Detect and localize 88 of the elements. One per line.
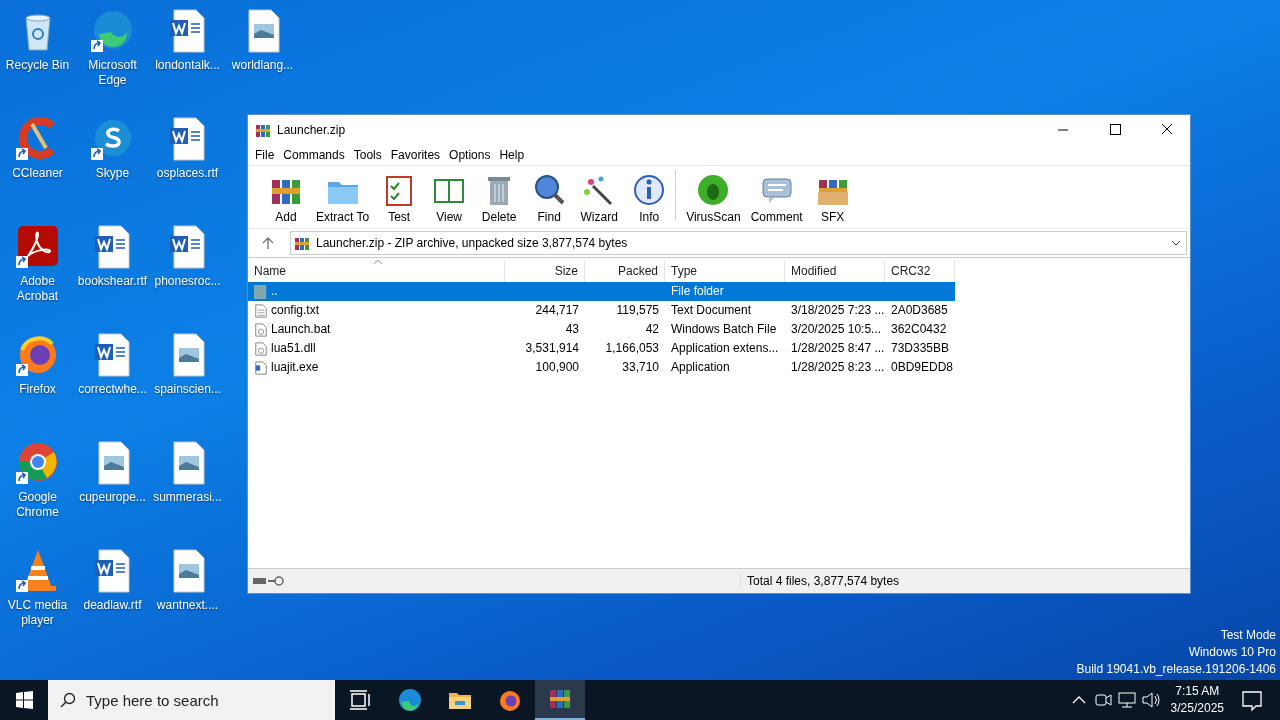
toolbar-button[interactable]: View	[425, 172, 474, 224]
table-cell-text: ..	[271, 283, 279, 300]
desktop-icon-label[interactable]: Firefox	[1, 382, 74, 397]
toolbar-button[interactable]: Add	[262, 172, 310, 224]
menu-item[interactable]: Options	[445, 148, 496, 162]
window-title: Launcher.zip	[277, 123, 346, 137]
table-cell-text: 43	[564, 321, 580, 338]
desktop-icon-label[interactable]: spainscien...	[151, 382, 224, 397]
file-icon	[254, 321, 268, 338]
file-row[interactable]: luajit.exe 100,900 33,710 Application 1/28/2025 8:23 ... 0BD9EDD8	[248, 358, 955, 377]
archive-icon	[294, 235, 310, 251]
table-cell-text: 1/28/2025 8:47 ...	[790, 340, 885, 357]
toolbar-button[interactable]: Delete	[475, 172, 524, 224]
desktop-icon-label[interactable]: Adobe Acrobat	[1, 274, 74, 304]
table-cell-text: 73D335BB	[890, 340, 951, 357]
toolbar-button[interactable]: Find	[525, 172, 574, 224]
desktop-icon-label[interactable]: Google Chrome	[1, 490, 74, 520]
desktop-icon-label[interactable]: cupeurope...	[76, 490, 149, 505]
table-cell-text: 0BD9EDD8	[890, 359, 955, 376]
table-cell-text: config.txt	[271, 302, 321, 319]
desktop-icon-label[interactable]: deadlaw.rtf	[76, 598, 149, 613]
table-cell-text: Text Document	[670, 302, 753, 319]
file-icon	[254, 340, 268, 357]
table-cell-text: lua51.dll	[271, 340, 317, 357]
table-cell-text: 3/18/2025 7:23 ...	[790, 302, 885, 319]
toolbar-button[interactable]: Info	[625, 172, 674, 224]
taskbar-app[interactable]	[535, 680, 585, 720]
table-cell-text: Application extens...	[670, 340, 780, 357]
menu-item[interactable]: Commands	[279, 148, 350, 162]
desktop-icon-label[interactable]: phonesroc...	[151, 274, 224, 289]
menu-item[interactable]: Tools	[349, 148, 387, 162]
desktop-icon-label[interactable]: londontalk...	[151, 58, 224, 73]
file-row[interactable]: .. File folder	[248, 282, 955, 301]
menu-item[interactable]: File	[251, 148, 280, 162]
table-cell-text: 362C0432	[890, 321, 948, 338]
table-cell-text: File folder	[670, 283, 725, 300]
drive-key-icon	[252, 575, 286, 587]
search-field[interactable]: Type here to search	[48, 680, 335, 720]
desktop-icon-label[interactable]: Microsoft Edge	[76, 58, 149, 88]
table-cell-text: Application	[670, 359, 731, 376]
address-field[interactable]: Launcher.zip - ZIP archive, unpacked size 3,877,574 bytes	[290, 231, 1187, 255]
app-icon	[498, 688, 522, 712]
system-info-text: Test Mode	[1220, 627, 1276, 644]
table-cell-text: 1/28/2025 8:23 ...	[790, 359, 885, 376]
menu-item[interactable]: Favorites	[386, 148, 446, 162]
desktop-icon-label[interactable]: correctwhe...	[76, 382, 149, 397]
clock[interactable]: 7:15 AM 3/25/2025	[1162, 683, 1232, 717]
system-info-text: Build 19041.vb_release.191206-1406	[1076, 661, 1276, 678]
toolbar-button[interactable]: VirusScan	[682, 172, 745, 224]
table-cell-text: Launch.bat	[271, 321, 332, 338]
table-cell-text: 244,717	[534, 302, 580, 319]
toolbar-button[interactable]: Test	[375, 172, 424, 224]
toolbar-button[interactable]: Comment	[746, 172, 807, 224]
desktop-icon-label[interactable]: Skype	[76, 166, 149, 181]
app-icon	[398, 688, 422, 712]
archive-app-icon	[255, 122, 271, 138]
desktop-icon-label[interactable]: Recycle Bin	[1, 58, 74, 73]
file-row[interactable]: Launch.bat 43 42 Windows Batch File 3/20/2025 10:5... 362C0432	[248, 320, 955, 339]
desktop-icon-label[interactable]: wantnext....	[151, 598, 224, 613]
file-row[interactable]: config.txt 244,717 119,575 Text Document 3/18/2025 7:23 ... 2A0D3685	[248, 301, 955, 320]
table-cell-text: 1,166,053	[604, 340, 660, 357]
file-icon	[254, 302, 268, 319]
file-row[interactable]: lua51.dll 3,531,914 1,166,053 Application extens... 1/28/2025 8:47 ... 73D335BB	[248, 339, 955, 358]
desktop-icon-label[interactable]: worldlang...	[226, 58, 299, 73]
desktop-icon-label[interactable]: CCleaner	[1, 166, 74, 181]
up-arrow-icon[interactable]	[260, 235, 276, 251]
table-cell-text: 3,531,914	[524, 340, 580, 357]
desktop-icon-label[interactable]: osplaces.rtf	[151, 166, 224, 181]
system-info-text: Windows 10 Pro	[1188, 644, 1276, 661]
dropdown-caret-icon[interactable]	[1171, 240, 1181, 246]
table-cell-text: Windows Batch File	[670, 321, 778, 338]
desktop-icon-label[interactable]: bookshear.rtf	[76, 274, 149, 289]
status-text: Total 4 files, 3,877,574 bytes	[740, 574, 900, 588]
toolbar-button[interactable]: Extract To	[312, 172, 374, 224]
table-cell-text: 42	[644, 321, 660, 338]
table-cell-text: 119,575	[615, 302, 660, 319]
app-icon	[548, 687, 572, 711]
table-cell-text: 2A0D3685	[890, 302, 949, 319]
table-cell-text: 33,710	[621, 359, 660, 376]
table-cell-text: 100,900	[534, 359, 580, 376]
desktop-icon-label[interactable]: VLC media player	[1, 598, 74, 628]
menu-item[interactable]: Help	[495, 148, 530, 162]
file-icon	[254, 359, 268, 376]
toolbar-button[interactable]: SFX	[808, 172, 857, 224]
desktop-icon-label[interactable]: summerasi...	[151, 490, 224, 505]
table-cell-text: 3/20/2025 10:5...	[790, 321, 883, 338]
toolbar-button[interactable]: Wizard	[575, 172, 624, 224]
table-cell-text: luajit.exe	[271, 359, 320, 376]
